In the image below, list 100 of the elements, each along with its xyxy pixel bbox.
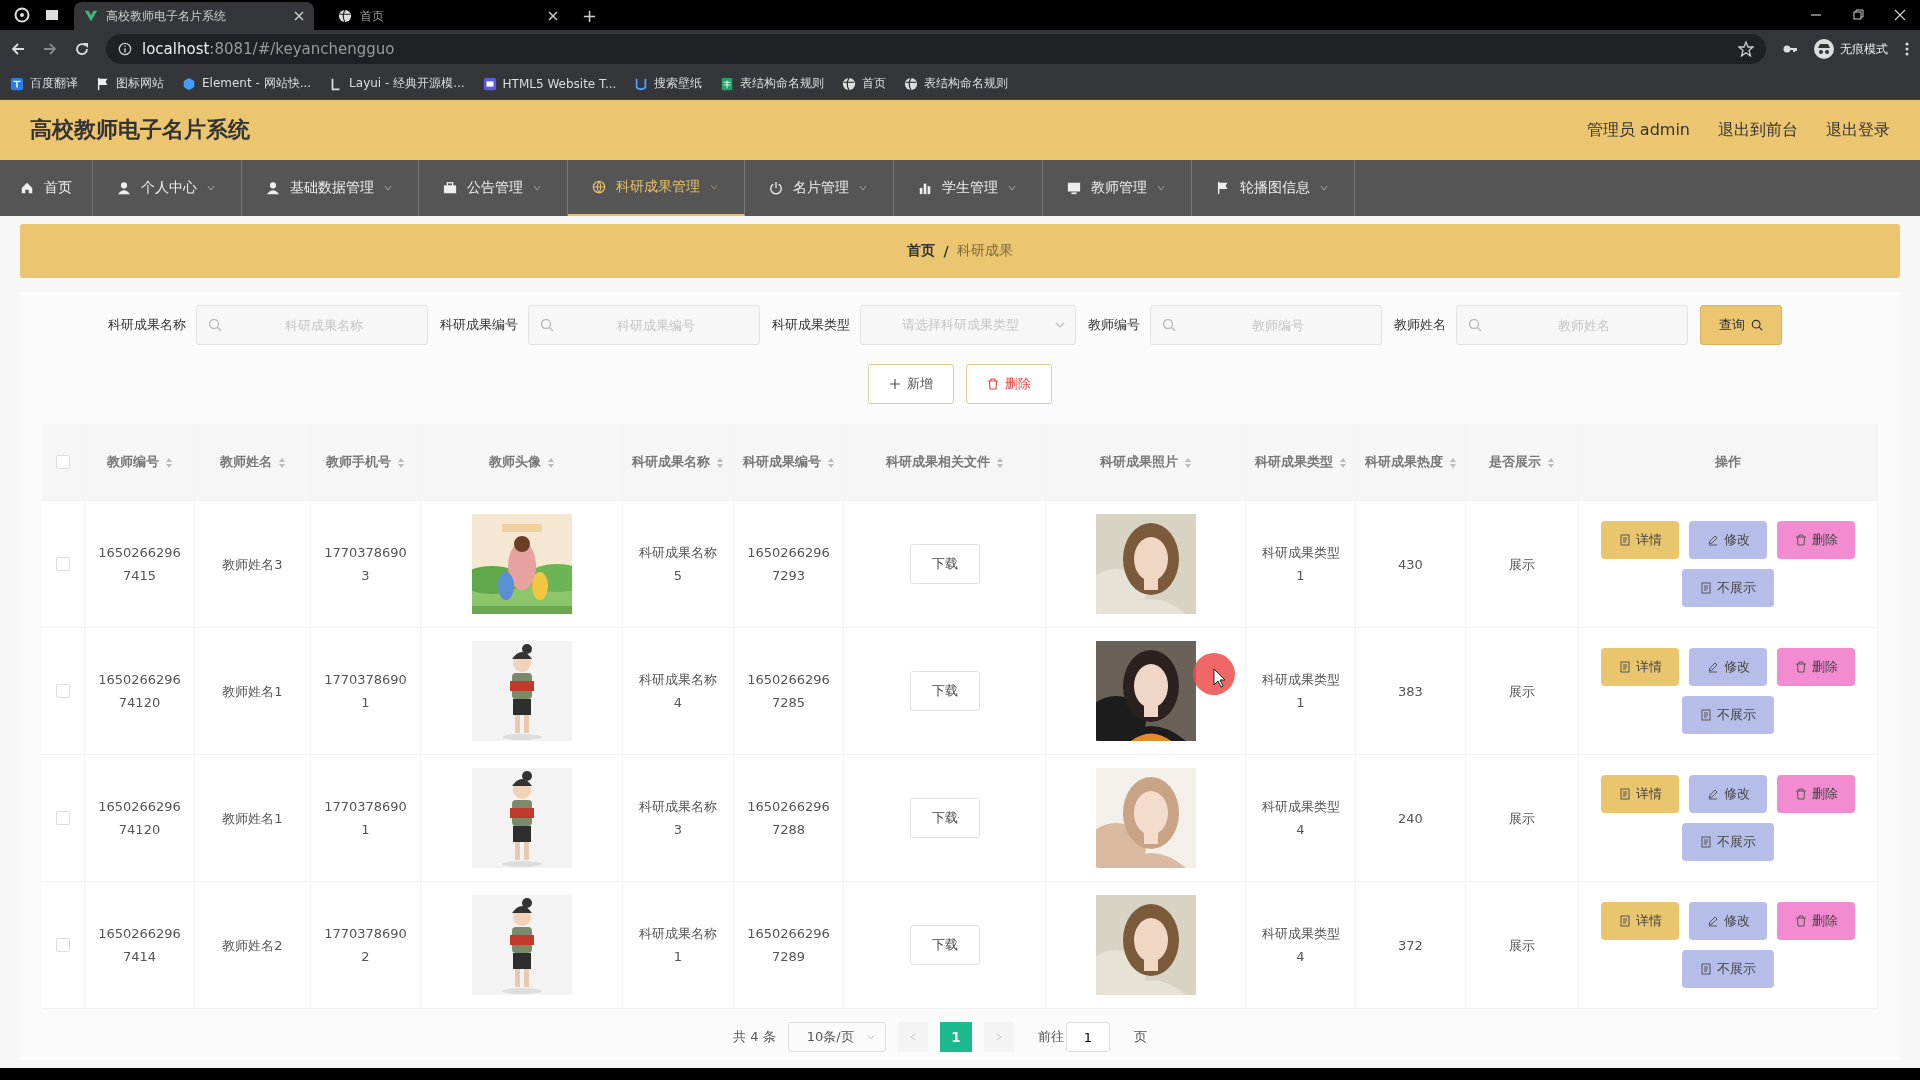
caret-icon: [1008, 184, 1016, 192]
column-header[interactable]: 科研成果名称: [632, 450, 724, 474]
goto-label: 前往: [1037, 1028, 1064, 1046]
row-checkbox[interactable]: [56, 938, 70, 952]
nav-item[interactable]: 科研成果管理: [568, 160, 745, 216]
trash-icon: [1794, 661, 1807, 673]
bookmark[interactable]: 百度翻译: [10, 75, 78, 92]
table-cell-text: 展示: [1509, 682, 1535, 701]
table-cell-text: 165026629674120: [97, 798, 182, 839]
delete-button[interactable]: 删除: [1777, 521, 1855, 559]
page-input[interactable]: 1: [1065, 1022, 1110, 1052]
select-all-checkbox[interactable]: [56, 455, 70, 469]
bookmark[interactable]: 搜索壁纸: [634, 75, 703, 92]
query-button[interactable]: 查询: [1700, 305, 1782, 345]
power-icon: [769, 181, 783, 195]
edit-button[interactable]: 修改: [1689, 902, 1767, 940]
hide-button[interactable]: 不展示: [1682, 950, 1774, 988]
incognito-profile-button[interactable]: 无痕模式: [1814, 39, 1888, 59]
header-link[interactable]: 管理员 admin: [1586, 119, 1690, 141]
table-cell-text: 16502662967414: [97, 925, 182, 966]
close-icon: [1894, 9, 1906, 21]
header-link[interactable]: 退出到前台: [1718, 119, 1798, 141]
hexagon-icon: [182, 76, 196, 91]
nav-item[interactable]: 学生管理: [894, 160, 1043, 216]
download-button[interactable]: 下载: [909, 671, 980, 711]
nav-item[interactable]: 教师管理: [1043, 160, 1192, 216]
previous-page-button[interactable]: [897, 1022, 928, 1052]
bookmark[interactable]: HTML5 Website T...: [482, 76, 617, 91]
column-header[interactable]: 是否展示: [1489, 450, 1555, 474]
bookmark[interactable]: 图标网站: [96, 75, 164, 92]
bookmark[interactable]: 首页: [842, 75, 887, 92]
column-header[interactable]: 教师头像: [488, 450, 555, 474]
hide-button[interactable]: 不展示: [1682, 569, 1774, 607]
header-link[interactable]: 退出登录: [1826, 119, 1890, 141]
info-icon: [118, 42, 132, 56]
browser-tab[interactable]: 首页: [328, 2, 568, 30]
table-cell-text: 16502662967289: [746, 925, 831, 966]
detail-button[interactable]: 详情: [1601, 648, 1679, 686]
column-header[interactable]: 操作: [1715, 450, 1741, 474]
column-header[interactable]: 教师姓名: [219, 450, 286, 474]
bookmark[interactable]: Layui - 经典开源模...: [329, 75, 465, 92]
download-button[interactable]: 下载: [909, 925, 980, 965]
delete-button[interactable]: 删除: [966, 364, 1052, 404]
file-icon: [1700, 582, 1712, 594]
url-text: localhost:8081/#/keyanchengguo: [142, 40, 395, 58]
detail-button[interactable]: 详情: [1601, 775, 1679, 813]
breadcrumb-item[interactable]: 首页: [907, 242, 936, 260]
delete-button[interactable]: 删除: [1777, 775, 1855, 813]
file-icon: [1618, 915, 1631, 927]
bookmark[interactable]: Element - 网站快...: [182, 75, 312, 92]
pencil-icon: [1706, 661, 1719, 673]
column-header[interactable]: 教师编号: [106, 450, 173, 474]
row-checkbox[interactable]: [56, 811, 70, 825]
detail-button[interactable]: 详情: [1601, 521, 1679, 559]
detail-button[interactable]: 详情: [1601, 902, 1679, 940]
trash-icon: [1794, 788, 1807, 800]
sort-icon: [1547, 456, 1555, 469]
delete-button[interactable]: 删除: [1777, 902, 1855, 940]
table-cell-text: 16502662967415: [97, 544, 182, 585]
nav-item[interactable]: 首页: [0, 160, 93, 216]
restore-icon: [1852, 9, 1864, 21]
download-button[interactable]: 下载: [909, 798, 980, 838]
column-header[interactable]: 教师手机号: [326, 450, 405, 474]
column-header[interactable]: 科研成果热度: [1364, 450, 1457, 474]
nav-item[interactable]: 个人中心: [93, 160, 242, 216]
bookmark[interactable]: 表结构命名规则: [904, 75, 1009, 92]
address-field[interactable]: localhost:8081/#/keyanchengguo: [106, 34, 1766, 64]
search-icon: [208, 318, 222, 332]
column-header[interactable]: 科研成果编号: [742, 450, 835, 474]
column-header[interactable]: 科研成果类型: [1254, 450, 1347, 474]
table-cell-text: 教师姓名3: [222, 555, 283, 574]
globe-icon: [842, 76, 857, 91]
caret-icon: [859, 184, 867, 192]
table-cell-text: 展示: [1509, 936, 1535, 955]
page-size-select[interactable]: 10条/页: [787, 1022, 886, 1052]
add-button[interactable]: 新增: [868, 364, 954, 404]
download-button[interactable]: 下载: [909, 544, 980, 584]
browser-menu-icon: [14, 7, 30, 23]
nav-item[interactable]: 基础数据管理: [242, 160, 419, 216]
nav-item[interactable]: 轮播图信息: [1192, 160, 1355, 216]
total-count: 共 4 条: [733, 1028, 776, 1046]
breadcrumb-item: 科研成果: [956, 242, 1013, 260]
column-header[interactable]: 科研成果照片: [1099, 450, 1192, 474]
edit-button[interactable]: 修改: [1689, 775, 1767, 813]
hide-button[interactable]: 不展示: [1682, 696, 1774, 734]
edit-button[interactable]: 修改: [1689, 521, 1767, 559]
browser-tab[interactable]: 高校教师电子名片系统: [74, 2, 314, 30]
row-checkbox[interactable]: [56, 684, 70, 698]
edit-button[interactable]: 修改: [1689, 648, 1767, 686]
column-header[interactable]: 科研成果相关文件: [885, 450, 1004, 474]
row-checkbox[interactable]: [56, 557, 70, 571]
hide-button[interactable]: 不展示: [1682, 823, 1774, 861]
file-icon: [1700, 963, 1712, 975]
nav-item[interactable]: 名片管理: [745, 160, 894, 216]
next-page-button[interactable]: [983, 1022, 1014, 1052]
bookmark[interactable]: 表结构命名规则: [720, 75, 825, 92]
delete-button[interactable]: 删除: [1777, 648, 1855, 686]
trash-icon: [1794, 534, 1807, 546]
flag-icon: [1216, 181, 1230, 195]
new-tab-button[interactable]: +: [582, 4, 598, 26]
